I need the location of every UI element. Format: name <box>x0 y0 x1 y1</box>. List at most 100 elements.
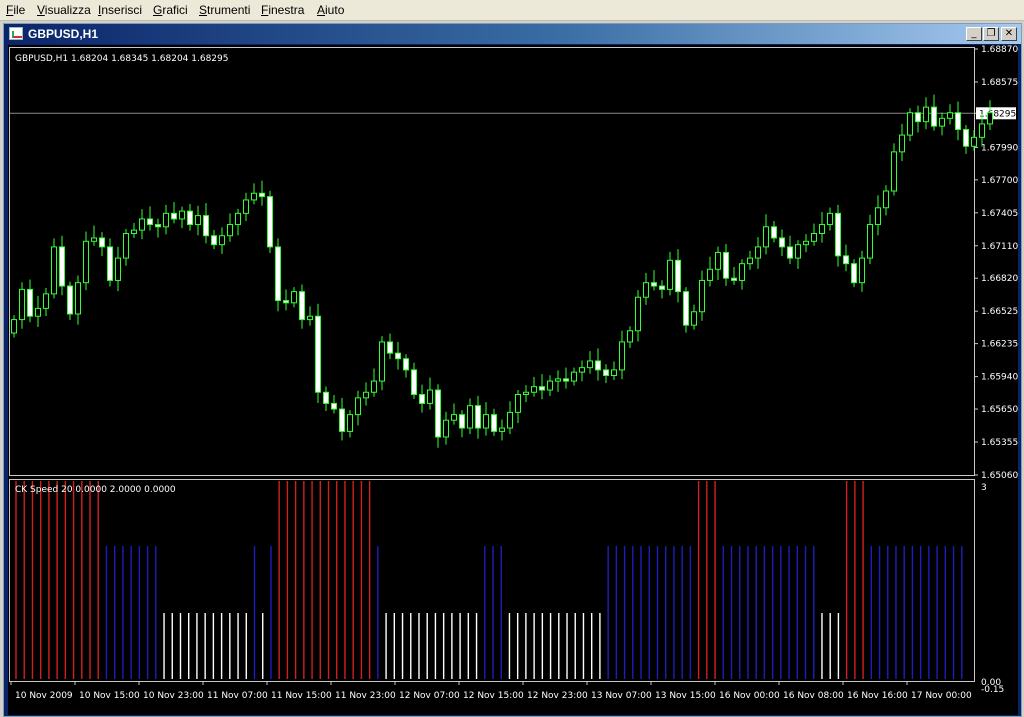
candle-body[interactable] <box>59 246 65 287</box>
candle-body[interactable] <box>787 246 793 259</box>
candle-body[interactable] <box>603 369 609 376</box>
candle-body[interactable] <box>531 386 537 393</box>
candle-body[interactable] <box>523 391 529 395</box>
candle-body[interactable] <box>387 341 393 354</box>
candle-body[interactable] <box>643 282 649 298</box>
candle-body[interactable] <box>115 257 121 281</box>
candle-body[interactable] <box>611 369 617 376</box>
candle-body[interactable] <box>211 235 217 246</box>
candle-body[interactable] <box>291 291 297 304</box>
candle-body[interactable] <box>363 391 369 399</box>
candle-body[interactable] <box>275 246 281 302</box>
candle-body[interactable] <box>331 402 337 410</box>
menu-grafici[interactable]: Grafici <box>153 3 188 17</box>
menu-inserisci[interactable]: Inserisci <box>98 3 142 17</box>
candle-body[interactable] <box>219 235 225 246</box>
candle-body[interactable] <box>179 210 185 220</box>
candle-body[interactable] <box>795 244 801 259</box>
candle-body[interactable] <box>435 389 441 438</box>
candle-body[interactable] <box>699 279 705 313</box>
candle-body[interactable] <box>571 371 577 382</box>
candle-body[interactable] <box>19 288 25 321</box>
candle-body[interactable] <box>899 134 905 153</box>
candle-body[interactable] <box>907 112 913 136</box>
candle-body[interactable] <box>123 232 129 259</box>
window-titlebar[interactable]: GBPUSD,H1 _ ❐ ✕ <box>4 24 1021 44</box>
candle-body[interactable] <box>931 106 937 127</box>
candle-body[interactable] <box>131 229 137 234</box>
candle-body[interactable] <box>827 212 833 226</box>
candle-body[interactable] <box>155 224 161 228</box>
candle-body[interactable] <box>35 307 41 317</box>
candle-body[interactable] <box>915 112 921 123</box>
candle-body[interactable] <box>11 319 17 334</box>
candle-body[interactable] <box>483 414 489 429</box>
candle-body[interactable] <box>163 212 169 228</box>
candle-body[interactable] <box>403 358 409 371</box>
candle-body[interactable] <box>987 112 993 125</box>
candle-body[interactable] <box>43 293 49 309</box>
candle-body[interactable] <box>819 224 825 234</box>
restore-button[interactable]: ❐ <box>983 27 999 41</box>
candle-body[interactable] <box>755 246 761 259</box>
candle-body[interactable] <box>267 196 273 248</box>
candle-body[interactable] <box>507 411 513 429</box>
candle-body[interactable] <box>51 246 57 295</box>
candle-body[interactable] <box>939 117 945 127</box>
candle-body[interactable] <box>147 218 153 226</box>
candle-body[interactable] <box>339 408 345 432</box>
candle-body[interactable] <box>891 151 897 192</box>
candle-body[interactable] <box>235 212 241 226</box>
candle-body[interactable] <box>875 207 881 226</box>
candle-body[interactable] <box>283 300 289 304</box>
candle-body[interactable] <box>763 226 769 248</box>
candle-body[interactable] <box>227 224 233 237</box>
candle-body[interactable] <box>315 315 321 393</box>
candle-body[interactable] <box>539 386 545 391</box>
candle-body[interactable] <box>779 237 785 248</box>
candle-body[interactable] <box>883 190 889 209</box>
candle-body[interactable] <box>635 296 641 332</box>
candle-body[interactable] <box>107 246 113 281</box>
candle-body[interactable] <box>707 268 713 281</box>
candle-body[interactable] <box>811 232 817 242</box>
candle-body[interactable] <box>347 414 353 432</box>
candle-body[interactable] <box>451 414 457 421</box>
candle-body[interactable] <box>683 291 689 326</box>
candle-body[interactable] <box>923 106 929 123</box>
candle-body[interactable] <box>851 263 857 284</box>
candle-body[interactable] <box>771 226 777 239</box>
candle-body[interactable] <box>579 367 585 373</box>
candle-body[interactable] <box>75 282 81 315</box>
candle-body[interactable] <box>747 257 753 265</box>
candle-body[interactable] <box>963 129 969 147</box>
candle-body[interactable] <box>739 263 745 281</box>
candle-body[interactable] <box>627 330 633 343</box>
candle-body[interactable] <box>323 391 329 404</box>
candle-body[interactable] <box>843 255 849 265</box>
candle-body[interactable] <box>803 240 809 246</box>
candle-body[interactable] <box>971 136 977 147</box>
menu-visualizza[interactable]: Visualizza <box>37 3 91 17</box>
candle-body[interactable] <box>563 378 569 382</box>
candle-body[interactable] <box>515 393 521 413</box>
menu-aiuto[interactable]: Aiuto <box>317 3 344 17</box>
candle-body[interactable] <box>475 405 481 429</box>
candle-body[interactable] <box>411 369 417 395</box>
minimize-button[interactable]: _ <box>966 27 982 41</box>
candle-body[interactable] <box>619 341 625 371</box>
candle-body[interactable] <box>419 393 425 404</box>
candle-body[interactable] <box>955 112 961 131</box>
chart-canvas[interactable]: 1.68870 1.68575 1.67990 1.67700 1.67405 1.671… <box>8 45 1018 715</box>
candle-body[interactable] <box>715 251 721 270</box>
menu-strumenti[interactable]: Strumenti <box>199 3 250 17</box>
candle-body[interactable] <box>659 285 665 290</box>
candle-body[interactable] <box>371 380 377 393</box>
candle-body[interactable] <box>259 192 265 198</box>
candle-body[interactable] <box>355 397 361 416</box>
candle-body[interactable] <box>395 352 401 360</box>
candle-body[interactable] <box>91 237 97 242</box>
candle-body[interactable] <box>99 237 105 248</box>
chart-area[interactable]: 1.68870 1.68575 1.67990 1.67700 1.67405 1.671… <box>8 45 1018 715</box>
candle-body[interactable] <box>195 215 201 226</box>
